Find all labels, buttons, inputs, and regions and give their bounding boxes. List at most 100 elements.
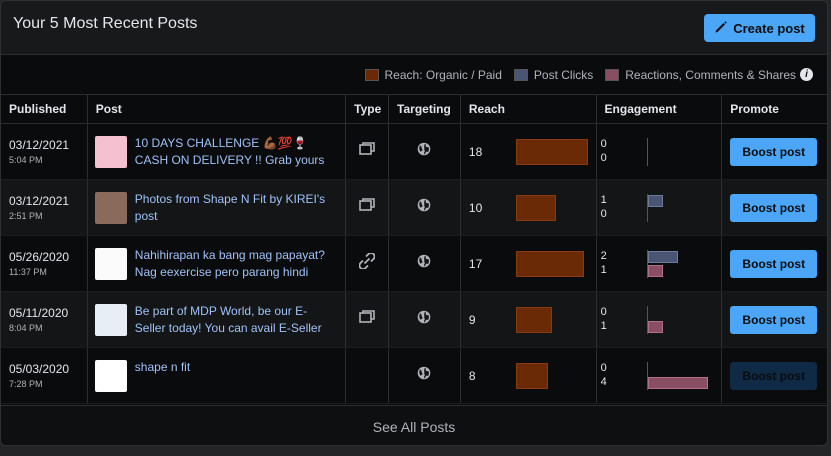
clicks-value: 1: [600, 194, 607, 206]
see-all-posts-link[interactable]: See All Posts: [1, 405, 827, 445]
type-cell: [346, 236, 390, 291]
reach-cell: 10: [461, 180, 597, 235]
published-cell: 03/12/2021 2:51 PM: [1, 180, 88, 235]
reactions-bar: [647, 377, 708, 389]
reach-bar: [515, 139, 588, 165]
targeting-cell: [389, 236, 461, 291]
reach-bar: [515, 251, 584, 277]
reach-cell: 18: [461, 124, 597, 179]
post-cell: shape n fit: [88, 348, 347, 403]
album-icon: [359, 198, 375, 217]
post-cell: Photos from Shape N Fit by KIREI's post: [88, 180, 347, 235]
type-cell: [346, 180, 390, 235]
engagement-cell: 0 4: [597, 348, 723, 403]
published-time: 5:04 PM: [9, 155, 43, 165]
boost-post-button[interactable]: Boost post: [730, 306, 818, 334]
engagement-cell: 1 0: [597, 180, 723, 235]
targeting-cell: [389, 292, 461, 347]
targeting-cell: [389, 348, 461, 403]
reach-value: 10: [468, 201, 483, 215]
globe-icon: [417, 310, 431, 329]
reach-value: 9: [468, 313, 476, 327]
reactions-value: 0: [600, 208, 607, 220]
post-cell: Nahihirapan ka bang mag papayat? Nag eex…: [88, 236, 347, 291]
reach-bar: [515, 307, 552, 333]
post-thumbnail[interactable]: [94, 248, 127, 280]
table-row: 05/03/2020 7:28 PM shape n fit 8 0 4 Boo…: [1, 348, 827, 404]
reactions-swatch: [605, 68, 620, 81]
legend-reactions: Reactions, Comments & Shares i: [605, 68, 813, 82]
promote-cell: Boost post: [722, 236, 827, 291]
engagement-cell: 0 1: [597, 292, 723, 347]
reactions-value: 0: [600, 152, 607, 164]
published-time: 2:51 PM: [9, 211, 43, 221]
published-date: 05/26/2020: [9, 250, 70, 264]
boost-post-button[interactable]: Boost post: [730, 362, 818, 390]
pencil-icon: [714, 20, 728, 37]
reach-cell: 9: [461, 292, 597, 347]
clicks-value: 0: [600, 138, 607, 150]
chart-legend: Reach: Organic / Paid Post Clicks Reacti…: [1, 55, 827, 95]
col-type: Type: [346, 95, 390, 123]
info-icon[interactable]: i: [800, 68, 813, 81]
type-cell: [346, 348, 390, 403]
reach-bar: [515, 363, 548, 389]
link-icon: [358, 252, 376, 274]
album-icon: [359, 310, 375, 329]
clicks-bar: [647, 195, 663, 207]
type-cell: [346, 124, 390, 179]
col-engagement: Engagement: [597, 95, 723, 123]
engagement-cell: 0 0: [597, 124, 723, 179]
legend-reach-label: Reach: Organic / Paid: [384, 67, 502, 82]
clicks-value: 0: [600, 362, 607, 374]
published-cell: 05/26/2020 11:37 PM: [1, 236, 88, 291]
engagement-cell: 2 1: [597, 236, 723, 291]
legend-reach: Reach: Organic / Paid: [364, 67, 502, 82]
reach-value: 17: [468, 257, 483, 271]
post-link[interactable]: 10 DAYS CHALLENGE 💪🏾💯🍷 CASH ON DELIVERY …: [135, 135, 335, 169]
published-time: 7:28 PM: [9, 379, 43, 389]
promote-cell: Boost post: [722, 292, 827, 347]
post-cell: Be part of MDP World, be our E-Seller to…: [88, 292, 347, 347]
published-cell: 03/12/2021 5:04 PM: [1, 124, 88, 179]
boost-post-button[interactable]: Boost post: [730, 194, 818, 222]
post-link[interactable]: Photos from Shape N Fit by KIREI's post: [135, 191, 335, 225]
post-cell: 10 DAYS CHALLENGE 💪🏾💯🍷 CASH ON DELIVERY …: [88, 124, 347, 179]
reactions-value: 1: [600, 320, 607, 332]
type-cell: [346, 292, 390, 347]
reactions-bar: [647, 321, 663, 333]
boost-post-button[interactable]: Boost post: [730, 250, 818, 278]
post-thumbnail[interactable]: [94, 304, 127, 336]
post-link[interactable]: Be part of MDP World, be our E-Seller to…: [135, 303, 335, 337]
promote-cell: Boost post: [722, 348, 827, 403]
boost-post-button[interactable]: Boost post: [730, 138, 818, 166]
col-published: Published: [1, 95, 88, 123]
globe-icon: [417, 366, 431, 385]
post-link[interactable]: Nahihirapan ka bang mag papayat? Nag eex…: [135, 247, 335, 281]
page-title: Your 5 Most Recent Posts: [13, 15, 198, 32]
table-row: 05/26/2020 11:37 PM Nahihirapan ka bang …: [1, 236, 827, 292]
globe-icon: [417, 198, 431, 217]
post-link[interactable]: shape n fit: [135, 359, 335, 376]
published-date: 03/12/2021: [9, 194, 70, 208]
engagement-axis: [646, 138, 648, 166]
published-cell: 05/11/2020 8:04 PM: [1, 292, 88, 347]
table-row: 05/11/2020 8:04 PM Be part of MDP World,…: [1, 292, 827, 348]
col-promote: Promote: [730, 102, 779, 116]
post-thumbnail[interactable]: [94, 360, 127, 392]
published-date: 03/12/2021: [9, 138, 70, 152]
reach-bar: [515, 195, 556, 221]
post-thumbnail[interactable]: [94, 136, 127, 168]
targeting-cell: [389, 180, 461, 235]
panel-header: Your 5 Most Recent Posts Create post: [1, 1, 827, 55]
legend-reactions-label: Reactions, Comments & Shares: [625, 67, 796, 82]
album-icon: [359, 142, 375, 161]
table-row: 03/12/2021 5:04 PM 10 DAYS CHALLENGE 💪🏾💯…: [1, 124, 827, 180]
promote-cell: Boost post: [722, 124, 827, 179]
col-reach: Reach: [461, 95, 597, 123]
post-thumbnail[interactable]: [94, 192, 127, 224]
create-post-button[interactable]: Create post: [704, 14, 815, 42]
reach-value: 18: [468, 145, 483, 159]
globe-icon: [417, 254, 431, 273]
reactions-value: 4: [600, 376, 607, 388]
